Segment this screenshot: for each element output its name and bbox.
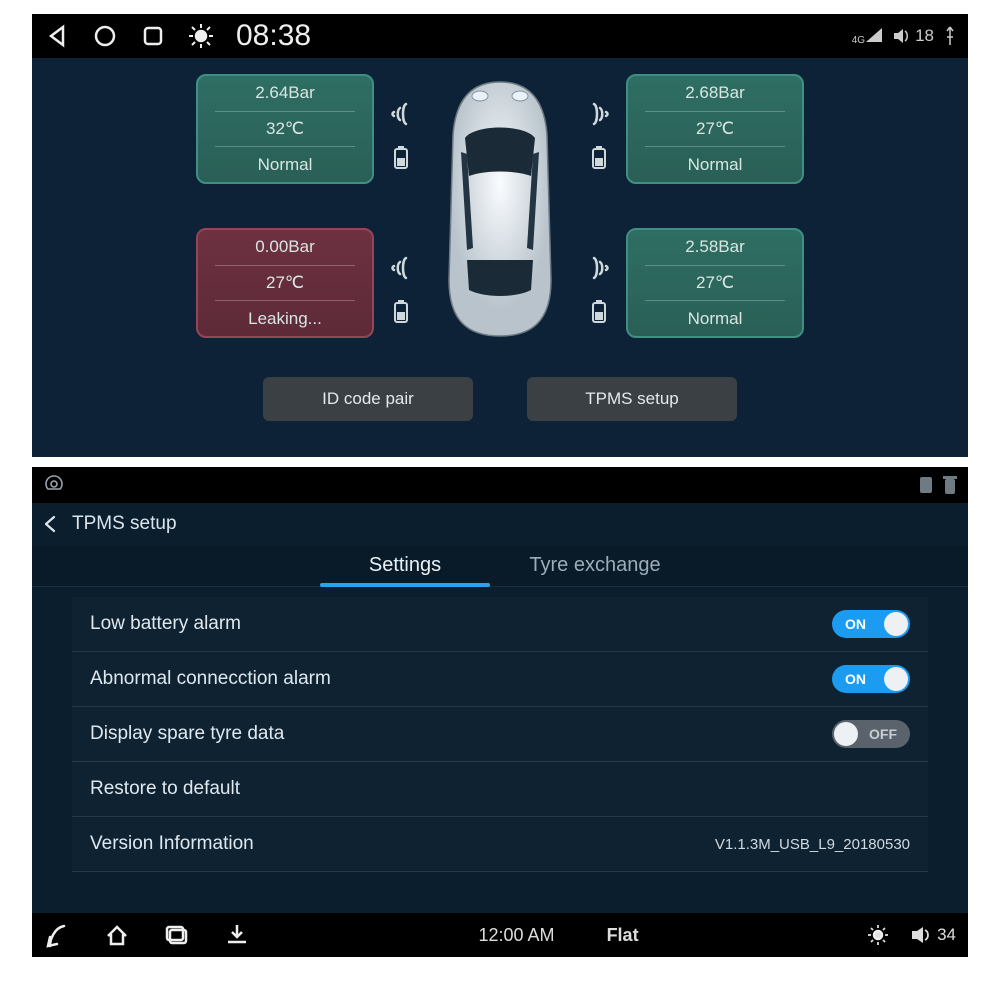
signal-battery-icon (586, 254, 612, 324)
nav-mode[interactable]: Flat (607, 925, 639, 946)
signal-battery-icon (388, 254, 414, 324)
tire-status: Normal (688, 155, 743, 175)
tire-status: Leaking... (248, 309, 322, 329)
setting-version-info[interactable]: Version Information V1.1.3M_USB_L9_20180… (72, 817, 928, 872)
tire-pressure: 0.00Bar (255, 237, 315, 257)
tire-tile-rear-right: 2.58Bar 27℃ Normal (626, 228, 804, 338)
tire-pressure: 2.68Bar (685, 83, 745, 103)
tire-temp: 27℃ (696, 273, 734, 293)
tire-status: Normal (688, 309, 743, 329)
home-nav-icon[interactable] (104, 922, 130, 948)
setting-low-battery[interactable]: Low battery alarm ON (72, 597, 928, 652)
toggle-abnormal-connection[interactable]: ON (832, 665, 910, 693)
tire-temp: 32℃ (266, 119, 304, 139)
back-nav-icon[interactable] (44, 922, 70, 948)
back-nav-icon[interactable] (44, 23, 70, 49)
setting-label: Version Information (90, 833, 254, 855)
recent-nav-icon[interactable] (140, 23, 166, 49)
car-icon (435, 80, 565, 340)
signal-battery-icon (586, 100, 612, 170)
tab-tyre-exchange[interactable]: Tyre exchange (500, 545, 690, 586)
tire-tile-front-right: 2.68Bar 27℃ Normal (626, 74, 804, 184)
volume-indicator[interactable]: 34 (911, 925, 956, 945)
tire-status: Normal (258, 155, 313, 175)
tpms-setup-button[interactable]: TPMS setup (527, 377, 737, 421)
setting-restore-default[interactable]: Restore to default (72, 762, 928, 817)
setting-abnormal-connection[interactable]: Abnormal connecction alarm ON (72, 652, 928, 707)
nav-time: 12:00 AM (479, 925, 555, 946)
version-value: V1.1.3M_USB_L9_20180530 (715, 836, 910, 853)
tire-temp: 27℃ (696, 119, 734, 139)
home-nav-icon[interactable] (92, 23, 118, 49)
setting-label: Abnormal connecction alarm (90, 668, 331, 690)
sd-icon (918, 475, 934, 495)
network-indicator: 4G (852, 27, 883, 46)
signal-battery-icon (388, 100, 414, 170)
usb-icon (944, 26, 956, 46)
brightness-icon[interactable] (867, 924, 889, 946)
tab-settings[interactable]: Settings (310, 545, 500, 586)
setting-label: Restore to default (90, 778, 240, 800)
back-icon[interactable] (42, 515, 60, 533)
setting-label: Display spare tyre data (90, 723, 284, 745)
recent-nav-icon[interactable] (164, 922, 190, 948)
id-code-pair-button[interactable]: ID code pair (263, 377, 473, 421)
toggle-low-battery[interactable]: ON (832, 610, 910, 638)
setting-label: Low battery alarm (90, 613, 241, 635)
download-icon[interactable] (224, 922, 250, 948)
tire-tile-front-left: 2.64Bar 32℃ Normal (196, 74, 374, 184)
trash-icon (942, 474, 958, 496)
setting-display-spare[interactable]: Display spare tyre data OFF (72, 707, 928, 762)
tire-tile-rear-left: 0.00Bar 27℃ Leaking... (196, 228, 374, 338)
tire-temp: 27℃ (266, 273, 304, 293)
tire-pressure: 2.64Bar (255, 83, 315, 103)
page-title: TPMS setup (72, 513, 177, 535)
status-time: 08:38 (236, 19, 311, 53)
brightness-icon[interactable] (188, 23, 214, 49)
tpms-icon (42, 473, 66, 497)
tire-pressure: 2.58Bar (685, 237, 745, 257)
toggle-display-spare[interactable]: OFF (832, 720, 910, 748)
volume-indicator: 18 (893, 26, 934, 46)
